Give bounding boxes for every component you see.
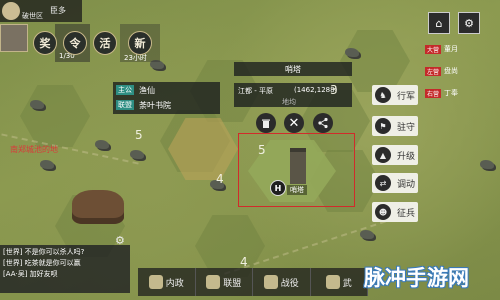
tile-level: 4 [240, 255, 248, 269]
army-list: 大营 董月 左营 盘尚 右营 丁奉 [425, 43, 500, 109]
new-button[interactable]: 新 [128, 31, 152, 55]
transfer-icon: ⇄ [375, 175, 391, 191]
garrison-label: 驻守 [397, 122, 416, 133]
army-row[interactable]: 右营 丁奉 [425, 87, 500, 99]
counter-sub: 23小时 [124, 54, 147, 62]
lord-value: 渔仙 [139, 86, 155, 95]
top-left-bar: 破世区 臣多 [0, 0, 82, 22]
recruit-icon: ☻ [375, 204, 391, 220]
general-icon [325, 275, 340, 289]
tile-name: 哨塔 [287, 185, 307, 195]
march-icon: ♞ [375, 87, 391, 103]
march-label: 行军 [397, 91, 416, 102]
upgrade-button[interactable]: ▲ 升级 [372, 145, 418, 165]
lord-key: 主公 [116, 85, 134, 95]
rock [360, 230, 374, 239]
tile-badge: H [270, 180, 286, 196]
activity-button[interactable]: 活 [93, 31, 117, 55]
delete-icon[interactable] [256, 113, 276, 133]
bottom-bar: 内政 联盟 战役 武 [138, 268, 368, 296]
upgrade-label: 升级 [397, 151, 416, 162]
campaign-button[interactable]: 战役 [253, 268, 311, 296]
army-row[interactable]: 左营 盘尚 [425, 65, 500, 77]
chat-panel[interactable]: [世界] 不是你可以杀人吗? [世界] 吃茶就是你可以赢 [AA·吴] 加好友呗 [0, 245, 130, 293]
reward-button[interactable]: 奖 [33, 31, 57, 55]
location-area: 江都 - 平原 [238, 87, 273, 95]
transfer-button[interactable]: ⇄ 调动 [372, 173, 418, 193]
map-tile [20, 85, 90, 147]
gear-icon[interactable]: ⚙ [458, 12, 480, 34]
back-label[interactable]: 臣多 [50, 5, 66, 16]
tile-level: 4 [216, 172, 224, 186]
camp-building[interactable] [72, 190, 124, 224]
rock [30, 100, 44, 109]
order-button[interactable]: 令 [63, 31, 87, 55]
share-icon[interactable] [313, 113, 333, 133]
rock [95, 140, 109, 149]
garrison-icon: ⚑ [375, 118, 391, 134]
building-icon[interactable]: ⌂ [428, 12, 450, 34]
rock [40, 160, 54, 169]
city-icon[interactable] [0, 24, 28, 52]
domestic-button[interactable]: 内政 [138, 268, 196, 296]
chat-line: [AA·吴] 加好友呗 [3, 270, 58, 278]
owner-info-panel: 主公 渔仙 联盟 荼叶书院 [113, 82, 220, 114]
location-extra: 地均 [282, 98, 296, 106]
alliance-key: 联盟 [116, 100, 134, 110]
upgrade-icon: ▲ [375, 147, 391, 163]
domestic-icon [148, 275, 163, 289]
city-label: 破世区 [22, 12, 43, 20]
alliance-button[interactable]: 联盟 [196, 268, 253, 296]
alliance-icon [206, 275, 221, 289]
tile-level: 3 [330, 83, 338, 97]
march-button[interactable]: ♞ 行军 [372, 85, 418, 105]
rock [130, 150, 144, 159]
location-title: 哨塔 [234, 62, 352, 76]
rock [345, 48, 359, 57]
alliance-value: 荼叶书院 [139, 101, 171, 110]
close-icon[interactable]: ✕ [284, 113, 304, 133]
campaign-icon [263, 275, 278, 289]
settings-gear-icon[interactable]: ⚙ [115, 234, 127, 247]
chat-line: [世界] 不是你可以杀人吗? [3, 248, 85, 256]
army-row[interactable]: 大营 董月 [425, 43, 500, 55]
tile-level: 5 [258, 143, 266, 157]
avatar[interactable] [2, 2, 20, 20]
rock [480, 160, 494, 169]
watermark: 脉冲手游网 [364, 266, 469, 290]
territory-label: 南郑城池的地 [10, 145, 58, 154]
chat-line: [世界] 吃茶就是你可以赢 [3, 259, 81, 267]
watchtower-building [290, 148, 306, 184]
tile-level: 5 [135, 128, 143, 142]
garrison-button[interactable]: ⚑ 驻守 [372, 116, 418, 136]
general-button[interactable]: 武 [311, 268, 368, 296]
recruit-label: 征兵 [397, 208, 416, 219]
transfer-label: 调动 [397, 179, 416, 190]
recruit-button[interactable]: ☻ 征兵 [372, 202, 418, 222]
